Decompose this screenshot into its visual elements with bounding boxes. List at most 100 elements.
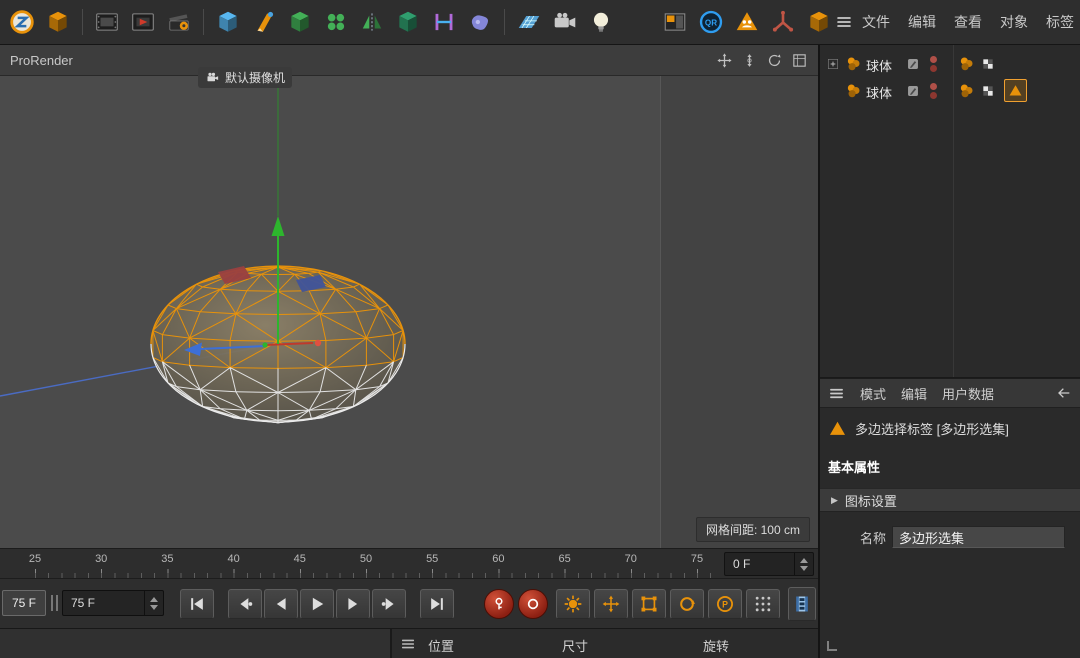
keying-options-button[interactable] <box>556 589 590 619</box>
object-row-sphere-2[interactable]: 球体 <box>820 78 1080 104</box>
viewport-3d[interactable]: 网格间距: 100 cm <box>0 76 818 548</box>
goto-end-button[interactable] <box>420 589 454 619</box>
rotate-tool-button[interactable] <box>670 589 704 619</box>
tick-label-40: 40 <box>227 553 239 565</box>
light-icon[interactable] <box>585 6 617 38</box>
deformer-icon[interactable] <box>428 6 460 38</box>
frame-number-field[interactable]: 75 F <box>62 590 164 616</box>
expand-icon[interactable] <box>826 57 840 71</box>
last-tool-icon[interactable] <box>42 6 74 38</box>
edit-enable-icon[interactable] <box>906 57 920 71</box>
object-name[interactable]: 球体 <box>866 56 892 75</box>
polygon-selection-tag-selected[interactable] <box>1004 79 1027 102</box>
previous-frame-button[interactable] <box>264 589 298 619</box>
name-input[interactable]: 多边形选集 <box>892 526 1065 548</box>
menu-user-data[interactable]: 用户数据 <box>942 384 994 403</box>
autokey-button[interactable] <box>518 589 548 619</box>
slider-grip-icon[interactable] <box>51 595 58 611</box>
tick-label-45: 45 <box>294 553 306 565</box>
camera-icon-small <box>205 70 220 85</box>
array-generator-icon[interactable] <box>320 6 352 38</box>
menu-file[interactable]: 文件 <box>853 12 899 32</box>
tag-title-row: 多边选择标签 [多边形选集] <box>820 408 1080 442</box>
rotation-label: 旋转 <box>703 636 729 655</box>
tick-label-75: 75 <box>691 553 703 565</box>
menu-edit[interactable]: 编辑 <box>899 12 945 32</box>
primitive-cube-icon[interactable] <box>212 6 244 38</box>
goto-start-button[interactable] <box>180 589 214 619</box>
camera-label[interactable]: 默认摄像机 <box>198 67 292 88</box>
visibility-dots[interactable] <box>930 83 937 99</box>
material-tag-icon[interactable] <box>958 55 975 72</box>
menu-tags[interactable]: 标签 <box>1037 12 1080 32</box>
render-settings-icon[interactable] <box>163 6 195 38</box>
object-row-sphere-1[interactable]: 球体 <box>820 51 1080 77</box>
volume-blob-icon[interactable] <box>464 6 496 38</box>
end-frame-field[interactable]: 0 F <box>724 552 814 576</box>
current-frame-text: 75 F <box>12 596 36 610</box>
visibility-dots[interactable] <box>930 56 937 72</box>
qr-icon[interactable]: QR <box>695 6 727 38</box>
record-keyframe-button[interactable] <box>484 589 514 619</box>
name-row: 名称 多边形选集 <box>820 512 1080 548</box>
joint-icon[interactable] <box>767 6 799 38</box>
volume-cube-icon[interactable] <box>803 6 835 38</box>
symmetry-icon[interactable] <box>356 6 388 38</box>
attribute-menu-icon[interactable] <box>828 385 845 402</box>
spinner-arrows-icon[interactable] <box>144 591 163 615</box>
object-name[interactable]: 球体 <box>866 83 892 102</box>
subdivision-surface-icon[interactable] <box>284 6 316 38</box>
timeline-ruler[interactable]: 0 F 2530354045505560657075 <box>0 548 818 578</box>
sphere-object-icon <box>845 82 862 99</box>
floor-icon[interactable] <box>513 6 545 38</box>
viewport-layout-icon[interactable] <box>659 6 691 38</box>
spinner-arrows-icon[interactable] <box>794 553 813 575</box>
texture-tag-icon[interactable] <box>981 57 995 71</box>
expand-arrow-icon: ▶ <box>831 495 838 506</box>
current-frame-marker[interactable]: 75 F <box>2 590 46 616</box>
spline-pen-icon[interactable] <box>248 6 280 38</box>
next-frame-button[interactable] <box>336 589 370 619</box>
panel-corner-icon[interactable] <box>827 641 837 651</box>
maximize-view-icon[interactable] <box>791 52 808 69</box>
z-logo-icon[interactable] <box>6 6 38 38</box>
move-tool-button[interactable] <box>594 589 628 619</box>
material-tag-icon[interactable] <box>958 82 975 99</box>
name-label: 名称 <box>860 528 886 547</box>
toolbar-gap <box>621 22 655 23</box>
camera-icon[interactable] <box>549 6 581 38</box>
tick-label-50: 50 <box>360 553 372 565</box>
menu-objects[interactable]: 对象 <box>991 12 1037 32</box>
render-picture-viewer-icon[interactable] <box>127 6 159 38</box>
play-button[interactable] <box>300 589 334 619</box>
orbit-view-icon[interactable] <box>766 52 783 69</box>
dolly-view-icon[interactable] <box>741 52 758 69</box>
texture-tag-icon[interactable] <box>981 84 995 98</box>
edit-enable-icon[interactable] <box>906 84 920 98</box>
scale-tool-button[interactable] <box>632 589 666 619</box>
object-manager-menu-icon[interactable] <box>835 13 853 31</box>
camera-label-text: 默认摄像机 <box>225 69 285 86</box>
previous-key-button[interactable] <box>228 589 262 619</box>
tick-label-25: 25 <box>29 553 41 565</box>
pan-view-icon[interactable] <box>716 52 733 69</box>
menu-edit[interactable]: 编辑 <box>901 384 927 403</box>
coordinate-menu-icon[interactable] <box>400 636 416 652</box>
coordinate-system-button[interactable]: P <box>708 589 742 619</box>
icon-settings-fold[interactable]: ▶ 图标设置 <box>820 488 1080 512</box>
timeline-window-button[interactable] <box>788 587 816 621</box>
character-icon[interactable] <box>731 6 763 38</box>
menu-view[interactable]: 查看 <box>945 12 991 32</box>
history-back-icon[interactable] <box>1056 385 1072 401</box>
next-key-button[interactable] <box>372 589 406 619</box>
tick-label-55: 55 <box>426 553 438 565</box>
position-label: 位置 <box>428 636 454 655</box>
attribute-manager-header: 模式 编辑 用户数据 <box>820 378 1080 408</box>
tag-title: 多边选择标签 [多边形选集] <box>855 419 1009 438</box>
snap-settings-button[interactable] <box>746 589 780 619</box>
render-view-icon[interactable] <box>91 6 123 38</box>
object-manager: 球体 球体 <box>820 45 1080 378</box>
instance-icon[interactable] <box>392 6 424 38</box>
menu-mode[interactable]: 模式 <box>860 384 886 403</box>
sphere-mesh-canvas[interactable] <box>0 76 818 548</box>
